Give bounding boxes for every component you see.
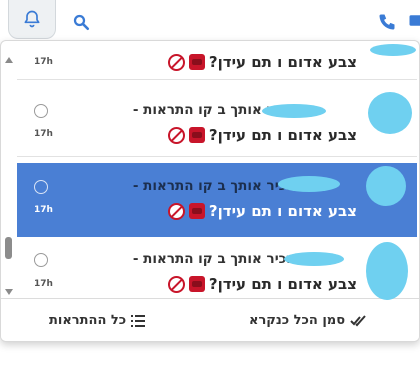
notification-text-line2: צבע אדום ו תם עידן? bbox=[208, 53, 357, 71]
notification-text-line2: צבע אדום ו תם עידן? bbox=[208, 126, 357, 144]
mark-all-read-label: סמן הכל כנקרא bbox=[249, 313, 346, 328]
redaction-scribble bbox=[366, 166, 406, 206]
telephone-emoji-icon bbox=[188, 54, 205, 70]
notifications-button[interactable] bbox=[8, 0, 56, 39]
notification-time: 17h bbox=[34, 129, 53, 139]
mark-all-read-button[interactable]: סמן הכל כנקרא bbox=[249, 313, 366, 328]
notification-item[interactable]: 17h הזכיר אותך ב קו התראות - צבע אדום ו … bbox=[17, 80, 417, 157]
telephone-emoji-icon bbox=[188, 203, 205, 219]
phone-button[interactable] bbox=[372, 7, 402, 37]
notification-time: 17h bbox=[34, 279, 53, 289]
notification-time: 17h bbox=[34, 57, 53, 67]
no-phones-emoji-icon bbox=[167, 202, 185, 220]
notifications-dropdown: 17h צבע אדום ו תם עידן? 17h הזכיר אותך ב… bbox=[0, 40, 420, 342]
no-phones-emoji-icon bbox=[167, 275, 185, 293]
bell-icon bbox=[24, 10, 40, 28]
scroll-down-arrow-icon[interactable] bbox=[5, 289, 13, 295]
notification-item-selected[interactable]: 17h הזכיר אותך ב קו התראות - צבע אדום ו … bbox=[17, 163, 417, 237]
notification-text-line1: הזכיר אותך ב קו התראות - bbox=[132, 251, 301, 267]
telephone-emoji-icon bbox=[188, 127, 205, 143]
search-icon bbox=[73, 14, 90, 31]
notification-text: צבע אדום ו תם עידן? bbox=[167, 53, 357, 71]
notification-list[interactable]: 17h צבע אדום ו תם עידן? 17h הזכיר אותך ב… bbox=[1, 41, 419, 298]
mark-read-radio[interactable] bbox=[34, 180, 48, 194]
telephone-emoji-icon bbox=[188, 276, 205, 292]
notification-time: 17h bbox=[34, 205, 53, 215]
no-phones-emoji-icon bbox=[167, 53, 185, 71]
redaction-scribble bbox=[370, 44, 416, 56]
phone-icon bbox=[379, 14, 395, 30]
redaction-scribble bbox=[366, 242, 408, 300]
notification-text-line2: צבע אדום ו תם עידן? bbox=[208, 202, 357, 220]
list-icon bbox=[131, 314, 146, 327]
notification-text: צבע אדום ו תם עידן? bbox=[167, 275, 357, 293]
redaction-scribble bbox=[368, 92, 412, 134]
double-check-icon bbox=[350, 314, 366, 326]
scroll-up-arrow-icon[interactable] bbox=[5, 57, 13, 63]
all-notifications-link[interactable]: כל ההתראות bbox=[49, 313, 146, 328]
mark-read-radio[interactable] bbox=[34, 253, 48, 267]
notification-item[interactable]: 17h הזכיר אותך ב קו התראות - צבע אדום ו … bbox=[17, 237, 417, 298]
notification-text-line2: צבע אדום ו תם עידן? bbox=[208, 275, 357, 293]
scrollbar[interactable] bbox=[1, 41, 17, 298]
no-phones-emoji-icon bbox=[167, 126, 185, 144]
notification-text: צבע אדום ו תם עידן? bbox=[167, 202, 357, 220]
redaction-scribble bbox=[284, 252, 344, 266]
chat-icon bbox=[409, 15, 420, 26]
redaction-scribble bbox=[262, 104, 326, 118]
chat-button[interactable] bbox=[402, 7, 420, 37]
notification-item[interactable]: 17h צבע אדום ו תם עידן? bbox=[17, 41, 417, 80]
search-button[interactable] bbox=[66, 7, 96, 37]
notification-text-line1: הזכיר אותך ב קו התראות - bbox=[132, 178, 301, 194]
mark-read-radio[interactable] bbox=[34, 104, 48, 118]
all-notifications-label: כל ההתראות bbox=[49, 313, 127, 328]
notification-text: צבע אדום ו תם עידן? bbox=[167, 126, 357, 144]
notifications-footer: כל ההתראות סמן הכל כנקרא bbox=[1, 298, 419, 341]
redaction-scribble bbox=[278, 176, 340, 192]
scrollbar-thumb[interactable] bbox=[5, 237, 12, 259]
